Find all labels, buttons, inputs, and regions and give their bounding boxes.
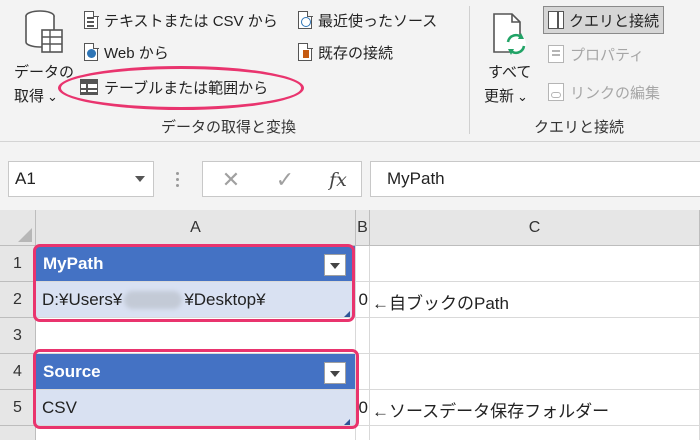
cell-b5[interactable]: 0 — [356, 390, 370, 426]
get-data-label-1: データの — [14, 64, 75, 81]
cell-a5[interactable]: CSV — [36, 390, 356, 426]
filter-dropdown-mypath[interactable] — [324, 254, 346, 276]
cell-c1[interactable] — [370, 246, 700, 282]
insert-function-button[interactable]: fx — [323, 166, 353, 194]
cell-a3[interactable] — [36, 318, 356, 354]
database-table-icon — [25, 10, 63, 53]
row-header-6[interactable] — [0, 426, 36, 440]
properties-icon — [548, 45, 564, 63]
table-header-source-label: Source — [43, 361, 101, 381]
chevron-down-icon: ⌄ — [517, 89, 528, 104]
row-header-4[interactable]: 4 — [0, 354, 36, 390]
path-suffix: ¥Desktop¥ — [184, 289, 266, 309]
edit-links-label: リンクの編集 — [570, 84, 661, 102]
table-header-source[interactable]: Source — [36, 354, 356, 390]
b2-value: 0 — [358, 289, 368, 309]
redacted-username — [124, 290, 183, 309]
table-resize-handle[interactable] — [344, 311, 350, 317]
formula-bar-buttons: ✕ ✓ fx — [202, 161, 362, 197]
cell-a6[interactable] — [36, 426, 356, 440]
cancel-icon[interactable]: ✕ — [217, 166, 245, 194]
column-header-c[interactable]: C — [370, 210, 700, 246]
column-header-b[interactable]: B — [356, 210, 370, 246]
chevron-down-icon: ⌄ — [47, 89, 58, 104]
row-header-3[interactable]: 3 — [0, 318, 36, 354]
row-header-2[interactable]: 2 — [0, 282, 36, 318]
queries-connections-button[interactable]: クエリと接続 — [543, 6, 665, 34]
filter-dropdown-source[interactable] — [324, 362, 346, 384]
recent-sources-button[interactable]: 最近使ったソース — [298, 8, 437, 32]
formula-input[interactable]: MyPath — [370, 161, 700, 197]
query-pane-icon — [548, 11, 564, 29]
link-icon — [548, 83, 564, 101]
cell-b2[interactable]: 0 — [356, 282, 370, 318]
cell-a2[interactable]: D:¥Users¥ ¥Desktop¥ — [36, 282, 356, 318]
from-text-csv-button[interactable]: テキストまたは CSV から — [84, 8, 278, 32]
row-header-5[interactable]: 5 — [0, 390, 36, 426]
group-label-queries: クエリと接続 — [534, 119, 625, 136]
cell-c3[interactable] — [370, 318, 700, 354]
column-header-a[interactable]: A — [36, 210, 356, 246]
refresh-icon — [493, 13, 526, 55]
group-label-get-transform: データの取得と変換 — [161, 119, 297, 136]
ribbon: データの 取得 ⌄ テキストまたは CSV から Web から テーブルまたは範囲… — [0, 0, 700, 142]
enter-icon[interactable]: ✓ — [271, 166, 299, 194]
table-resize-handle[interactable] — [344, 419, 350, 425]
existing-connection-icon — [298, 42, 313, 61]
select-all-corner[interactable] — [0, 210, 36, 246]
note-row2: ←自ブックのPath — [372, 293, 509, 313]
properties-button[interactable]: プロパティ — [548, 42, 644, 66]
from-table-range-label: テーブルまたは範囲から — [104, 79, 269, 97]
get-data-label-2: 取得 ⌄ — [14, 88, 58, 105]
cell-b3[interactable] — [356, 318, 370, 354]
existing-connections-button[interactable]: 既存の接続 — [298, 40, 393, 64]
cell-c4[interactable] — [370, 354, 700, 390]
cell-b1[interactable] — [356, 246, 370, 282]
from-web-label: Web から — [104, 44, 169, 62]
note-row5: ←ソースデータ保存フォルダー — [372, 401, 610, 421]
formula-bar-resize-handle[interactable] — [176, 170, 180, 188]
from-web-button[interactable]: Web から — [84, 40, 169, 64]
get-data-button[interactable]: データの 取得 ⌄ — [6, 6, 76, 110]
edit-links-button[interactable]: リンクの編集 — [548, 80, 660, 104]
recent-sources-label: 最近使ったソース — [318, 12, 438, 30]
recent-clock-icon — [298, 10, 313, 29]
cell-b4[interactable] — [356, 354, 370, 390]
worksheet-grid: A B C 1 2 3 4 5 MyPath D:¥Users¥ ¥Desktop… — [0, 210, 700, 440]
group-separator — [469, 6, 470, 134]
cell-b6[interactable] — [356, 426, 370, 440]
refresh-all-label-1: すべて — [488, 64, 532, 81]
properties-label: プロパティ — [570, 46, 645, 64]
source-value: CSV — [42, 397, 77, 417]
chevron-down-icon[interactable] — [135, 176, 145, 182]
name-box-value: A1 — [15, 169, 36, 188]
table-header-mypath-label: MyPath — [43, 253, 104, 273]
table-icon — [80, 79, 98, 95]
b5-value: 0 — [358, 397, 368, 417]
refresh-all-button[interactable]: すべて 更新 ⌄ — [476, 6, 542, 110]
cell-c6[interactable] — [370, 426, 700, 440]
formula-content: MyPath — [387, 169, 445, 188]
refresh-all-label-2: 更新 ⌄ — [484, 88, 528, 105]
row-header-1[interactable]: 1 — [0, 246, 36, 282]
from-text-csv-label: テキストまたは CSV から — [104, 12, 278, 30]
web-page-icon — [84, 42, 99, 61]
from-table-range-button[interactable]: テーブルまたは範囲から — [80, 74, 268, 100]
queries-connections-label: クエリと接続 — [569, 12, 660, 30]
table-header-mypath[interactable]: MyPath — [36, 246, 356, 282]
name-box[interactable]: A1 — [8, 161, 154, 197]
text-file-icon — [84, 10, 99, 29]
existing-connections-label: 既存の接続 — [318, 44, 394, 62]
path-prefix: D:¥Users¥ — [42, 289, 123, 309]
